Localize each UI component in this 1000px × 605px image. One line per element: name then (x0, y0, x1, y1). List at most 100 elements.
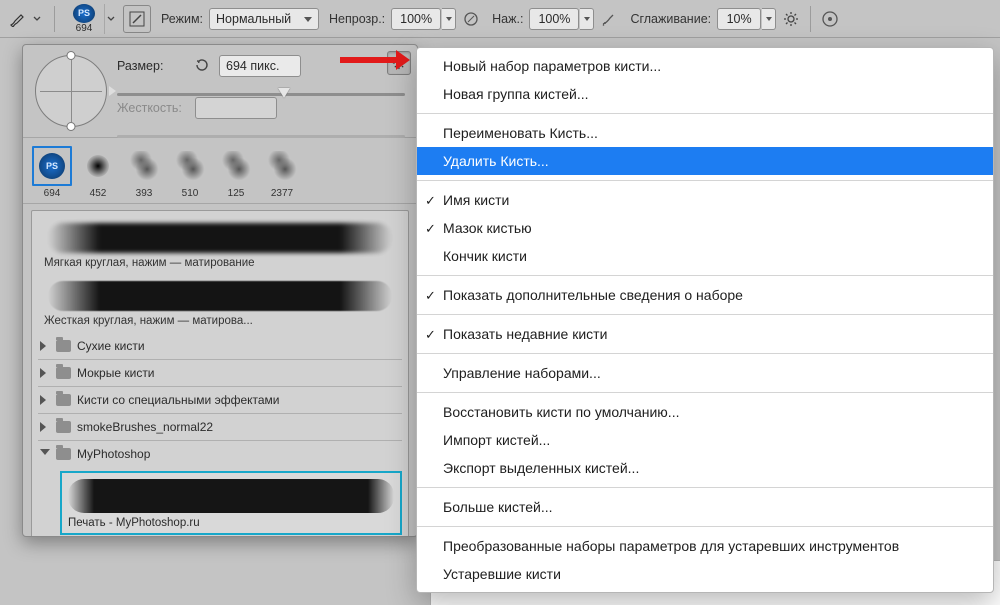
options-bar: PS 694 Режим: Нормальный Непрозр.: 100% … (0, 0, 1000, 38)
gear-icon[interactable] (780, 8, 802, 30)
flow-dropdown[interactable] (580, 8, 594, 30)
size-input[interactable]: 694 пикс. (219, 55, 301, 77)
brush-preset-picker[interactable]: PS 694 (63, 3, 119, 35)
recent-brush-preset[interactable]: PS694 (31, 146, 73, 199)
brush-stroke-caption: Жесткая круглая, нажим — матирова... (44, 315, 396, 327)
flow-value: 100% (538, 12, 570, 26)
recent-brush-preset[interactable]: 452 (77, 146, 119, 199)
menu-item-label: Преобразованные наборы параметров для ус… (443, 536, 899, 556)
preset-size-label: 393 (136, 188, 153, 199)
folder-name: Сухие кисти (77, 339, 145, 353)
selected-brush-caption: Печать - MyPhotoshop.ru (66, 517, 396, 529)
recent-brushes-row: PS694 452 393 510125 2377 (23, 138, 417, 204)
smoothing-dropdown[interactable] (762, 8, 776, 30)
menu-item[interactable]: Удалить Кисть... (417, 147, 993, 175)
recent-brush-preset[interactable]: 393 (123, 146, 165, 199)
menu-item[interactable]: Переименовать Кисть... (417, 119, 993, 147)
menu-item[interactable]: ✓Мазок кистью (417, 214, 993, 242)
folder-icon (56, 340, 71, 352)
folder-icon (56, 448, 71, 460)
divider (810, 6, 811, 32)
brush-stroke-preview[interactable]: Жесткая круглая, нажим — матирова... (38, 275, 402, 333)
menu-item[interactable]: Устаревшие кисти (417, 560, 993, 588)
opacity-dropdown[interactable] (442, 8, 456, 30)
menu-item[interactable]: Управление наборами... (417, 359, 993, 387)
chevron-right-icon[interactable] (40, 341, 50, 351)
chevron-right-icon[interactable] (40, 368, 50, 378)
menu-item-label: Больше кистей... (443, 497, 553, 517)
brush-preset-size: 694 (76, 23, 93, 34)
brush-folder-row[interactable]: Кисти со специальными эффектами (38, 386, 402, 413)
pressure-opacity-icon[interactable] (460, 8, 482, 30)
menu-item-label: Управление наборами... (443, 363, 601, 383)
menu-item-label: Мазок кистью (443, 218, 532, 238)
brush-folder-row[interactable]: MyPhotoshop (38, 440, 402, 467)
brush-stroke-preview[interactable]: Мягкая круглая, нажим — матирование (38, 217, 402, 275)
opacity-label: Непрозр.: (329, 12, 385, 26)
recent-brush-preset[interactable]: 2377 (261, 146, 303, 199)
brush-angle-widget[interactable] (35, 55, 107, 127)
menu-item-label: Имя кисти (443, 190, 509, 210)
menu-item[interactable]: Кончик кисти (417, 242, 993, 270)
tool-chevron-icon[interactable] (28, 10, 46, 28)
size-value: 694 пикс. (226, 59, 279, 73)
blend-mode-select[interactable]: Нормальный (209, 8, 319, 30)
menu-item[interactable]: ✓ Показать дополнительные сведения о набо… (417, 281, 993, 309)
recent-brush-preset[interactable]: 510 (169, 146, 211, 199)
check-icon: ✓ (425, 286, 436, 306)
pressure-size-icon[interactable] (819, 8, 841, 30)
left-toolbar-hint (0, 148, 20, 446)
menu-item[interactable]: Новый набор параметров кисти... (417, 52, 993, 80)
chevron-right-icon[interactable] (40, 422, 50, 432)
menu-item[interactable]: Импорт кистей... (417, 426, 993, 454)
smoothing-input[interactable]: 10% (717, 8, 761, 30)
reset-size-icon[interactable] (195, 58, 211, 74)
chevron-right-icon[interactable] (40, 395, 50, 405)
opacity-value: 100% (400, 12, 432, 26)
folder-icon (56, 421, 71, 433)
selected-brush-item[interactable]: Печать - MyPhotoshop.ru (60, 471, 402, 535)
menu-item-label: Удалить Кисть... (443, 151, 549, 171)
brush-flyout-menu: Новый набор параметров кисти... Новая гру… (416, 47, 994, 593)
tool-swatch-group (8, 10, 46, 28)
folder-name: MyPhotoshop (77, 447, 150, 461)
menu-item-label: Показать дополнительные сведения о набор… (443, 285, 743, 305)
menu-separator (417, 487, 993, 488)
brush-tool-icon[interactable] (8, 10, 26, 28)
recent-brush-preset[interactable]: 125 (215, 146, 257, 199)
menu-separator (417, 113, 993, 114)
menu-item[interactable]: ✓Показать недавние кисти (417, 320, 993, 348)
brush-folder-row[interactable]: Сухие кисти (38, 333, 402, 359)
airbrush-icon[interactable] (598, 8, 620, 30)
chevron-down-icon[interactable] (104, 4, 116, 34)
size-label: Размер: (117, 59, 187, 73)
menu-item-label: Восстановить кисти по умолчанию... (443, 402, 679, 422)
brush-folder-row[interactable]: Мокрые кисти (38, 359, 402, 386)
menu-separator (417, 353, 993, 354)
menu-item-label: Кончик кисти (443, 246, 527, 266)
preset-size-label: 2377 (271, 188, 293, 199)
menu-item[interactable]: ✓ Имя кисти (417, 186, 993, 214)
menu-item[interactable]: Преобразованные наборы параметров для ус… (417, 532, 993, 560)
menu-separator (417, 275, 993, 276)
menu-item-label: Импорт кистей... (443, 430, 550, 450)
brush-preset-thumb: PS 694 (66, 4, 102, 34)
check-icon: ✓ (425, 191, 436, 211)
smoothing-value: 10% (727, 12, 752, 26)
preset-size-label: 452 (90, 188, 107, 199)
mode-label: Режим: (161, 12, 203, 26)
flow-input[interactable]: 100% (529, 8, 579, 30)
brush-folder-row[interactable]: smokeBrushes_normal22 (38, 413, 402, 440)
menu-item[interactable]: Экспорт выделенных кистей... (417, 454, 993, 482)
opacity-input[interactable]: 100% (391, 8, 441, 30)
folder-name: Мокрые кисти (77, 366, 155, 380)
brush-settings-toggle-icon[interactable] (123, 5, 151, 33)
menu-item[interactable]: Больше кистей... (417, 493, 993, 521)
menu-item[interactable]: Новая группа кистей... (417, 80, 993, 108)
menu-separator (417, 392, 993, 393)
check-icon: ✓ (425, 325, 436, 345)
menu-item[interactable]: Восстановить кисти по умолчанию... (417, 398, 993, 426)
menu-item-label: Новый набор параметров кисти... (443, 56, 661, 76)
chevron-down-icon[interactable] (40, 449, 50, 459)
brush-preset-panel: Размер: 694 пикс. Жесткость: PS694452393… (22, 44, 418, 537)
